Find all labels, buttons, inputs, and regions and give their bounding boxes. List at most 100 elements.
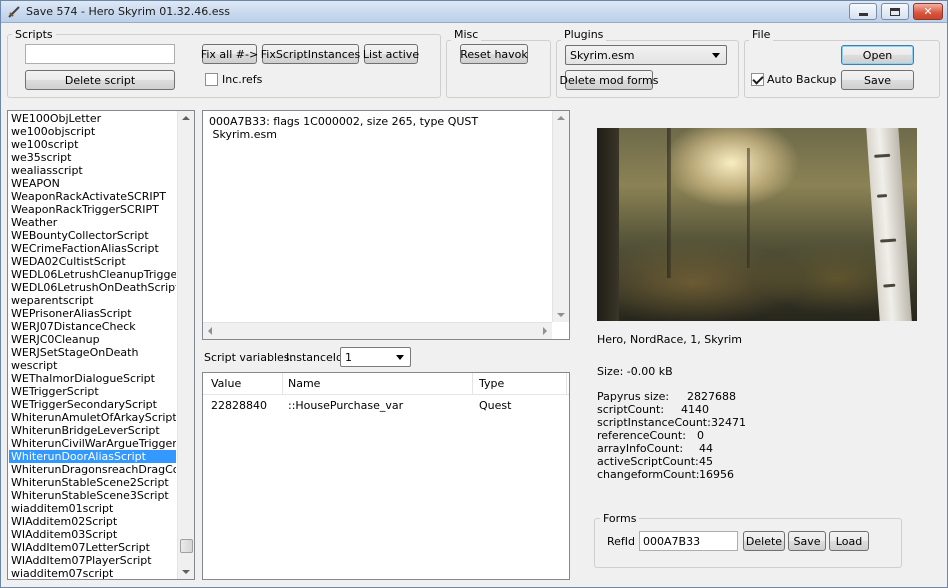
list-item[interactable]: WhiterunStableScene3Script: [9, 489, 176, 502]
list-item[interactable]: WeaponRackActivateSCRIPT: [9, 190, 176, 203]
list-item[interactable]: WhiterunDoorAliasScript: [9, 450, 176, 463]
delete-form-button[interactable]: Delete: [743, 531, 785, 551]
stat-row: 0: [697, 429, 704, 442]
title-bar[interactable]: Save 574 - Hero Skyrim 01.32.46.ess ✕: [1, 1, 947, 23]
list-item[interactable]: we35script: [9, 151, 176, 164]
stat-label: changeformCount:: [597, 468, 700, 481]
minimize-icon: [858, 12, 868, 16]
instance-id-select[interactable]: 1: [340, 347, 411, 367]
column-header-name[interactable]: Name: [288, 377, 320, 390]
scroll-down-icon[interactable]: [182, 570, 190, 574]
info-panel-vscrollbar[interactable]: [552, 111, 569, 322]
list-item[interactable]: WEAPON: [9, 177, 176, 190]
list-item[interactable]: WEBountyCollectorScript: [9, 229, 176, 242]
list-item[interactable]: WEDL06LetrushCleanupTriggerSc: [9, 268, 176, 281]
column-separator[interactable]: [566, 373, 567, 395]
list-item[interactable]: WhiterunStableScene2Script: [9, 476, 176, 489]
list-item[interactable]: WhiterunBridgeLeverScript: [9, 424, 176, 437]
stat-value: 45: [699, 455, 713, 468]
birch-trunk-shape: [866, 128, 912, 321]
inc-refs-label: Inc.refs: [222, 73, 263, 86]
scroll-left-icon[interactable]: [208, 327, 212, 335]
list-item[interactable]: weparentscript: [9, 294, 176, 307]
list-item[interactable]: WEPrisonerAliasScript: [9, 307, 176, 320]
fix-script-instances-button[interactable]: FixScriptInstances: [261, 44, 360, 64]
list-item[interactable]: Weather: [9, 216, 176, 229]
list-item[interactable]: WERJC0Cleanup: [9, 333, 176, 346]
list-item[interactable]: wescript: [9, 359, 176, 372]
list-item[interactable]: WEDL06LetrushOnDeathScript: [9, 281, 176, 294]
list-item[interactable]: WETriggerScript: [9, 385, 176, 398]
scroll-up-icon[interactable]: [182, 116, 190, 120]
delete-script-button[interactable]: Delete script: [25, 70, 175, 90]
script-list[interactable]: WE100ObjLetter we100objscript we100script w…: [7, 110, 195, 580]
table-header: Value Name Type: [203, 373, 569, 395]
delete-mod-forms-button[interactable]: Delete mod forms: [560, 70, 658, 90]
column-header-type[interactable]: Type: [479, 377, 504, 390]
script-list-scroll-thumb[interactable]: [180, 539, 193, 553]
list-item[interactable]: WhiterunDragonsreachDragConTri: [9, 463, 176, 476]
form-info-panel[interactable]: 000A7B33: flags 1C000002, size 265, type…: [202, 110, 570, 340]
minimize-button[interactable]: [849, 3, 877, 20]
refid-input[interactable]: [639, 531, 738, 551]
list-item[interactable]: WIAddItem07PlayerScript: [9, 554, 176, 567]
column-separator[interactable]: [472, 373, 473, 395]
stat-value: 4140: [681, 403, 709, 416]
plugin-select-value: Skyrim.esm: [570, 49, 635, 62]
list-item[interactable]: WhiterunCivilWarArgueTriggerScri: [9, 437, 176, 450]
list-item[interactable]: we100script: [9, 138, 176, 151]
list-item[interactable]: WIAdditem03Script: [9, 528, 176, 541]
reset-havok-button[interactable]: Reset havok: [460, 44, 528, 64]
open-button[interactable]: Open: [841, 45, 914, 65]
stat-label: arrayInfoCount:: [597, 442, 684, 455]
scroll-down-icon[interactable]: [557, 313, 565, 317]
script-variables-table[interactable]: Value Name Type 22828840 ::HousePurchase…: [202, 372, 570, 580]
tree-trunk-shape: [667, 128, 671, 278]
stat-row: arrayInfoCount:: [597, 442, 683, 455]
inc-refs-checkbox[interactable]: [205, 73, 218, 86]
scroll-right-icon[interactable]: [543, 327, 547, 335]
list-item[interactable]: WETriggerSecondaryScript: [9, 398, 176, 411]
list-item[interactable]: wealiasscript: [9, 164, 176, 177]
save-file-button[interactable]: Save: [841, 70, 914, 90]
stat-row: Papyrus size:: [597, 390, 669, 403]
auto-backup-label: Auto Backup: [767, 73, 837, 86]
list-item[interactable]: WhiterunAmuletOfArkayScript: [9, 411, 176, 424]
list-item[interactable]: WERJ07DistanceCheck: [9, 320, 176, 333]
file-group-label: File: [749, 28, 774, 41]
maximize-button[interactable]: [881, 3, 909, 20]
load-form-button[interactable]: Load: [829, 531, 869, 551]
cell-type: Quest: [479, 399, 512, 412]
column-separator[interactable]: [282, 373, 283, 395]
list-item[interactable]: WeaponRackTriggerSCRIPT: [9, 203, 176, 216]
table-row[interactable]: 22828840 ::HousePurchase_var Quest: [203, 399, 569, 415]
list-item[interactable]: WEThalmorDialogueScript: [9, 372, 176, 385]
list-item[interactable]: WECrimeFactionAliasScript: [9, 242, 176, 255]
plugin-select[interactable]: Skyrim.esm: [565, 45, 727, 65]
stat-row: 44: [699, 442, 713, 455]
list-item[interactable]: wiadditem01script: [9, 502, 176, 515]
list-item[interactable]: we100objscript: [9, 125, 176, 138]
close-button[interactable]: ✕: [913, 3, 943, 20]
stat-label: activeScriptCount:: [597, 455, 699, 468]
save-form-button[interactable]: Save: [788, 531, 826, 551]
script-list-scrollbar[interactable]: [177, 111, 194, 579]
list-item[interactable]: wiadditem07script: [9, 567, 176, 579]
fix-all-button[interactable]: Fix all #->: [201, 44, 258, 64]
list-item[interactable]: WEDA02CultistScript: [9, 255, 176, 268]
auto-backup-checkbox[interactable]: [751, 73, 764, 86]
column-header-value[interactable]: Value: [211, 377, 241, 390]
script-search-input[interactable]: [25, 44, 175, 64]
plugins-group-label: Plugins: [561, 28, 607, 41]
form-info-line-2: Skyrim.esm: [209, 128, 277, 141]
form-info-text: 000A7B33: flags 1C000002, size 265, type…: [209, 115, 478, 141]
cell-name: ::HousePurchase_var: [288, 399, 404, 412]
list-active-button[interactable]: List active: [363, 44, 419, 64]
list-item[interactable]: WIAdditem02Script: [9, 515, 176, 528]
list-item[interactable]: WERJSetStageOnDeath: [9, 346, 176, 359]
list-item[interactable]: WIAddItem07LetterScript: [9, 541, 176, 554]
stat-label: Papyrus size:: [597, 390, 670, 403]
list-item[interactable]: WE100ObjLetter: [9, 112, 176, 125]
info-panel-hscrollbar[interactable]: [203, 322, 552, 339]
scroll-up-icon[interactable]: [557, 116, 565, 120]
